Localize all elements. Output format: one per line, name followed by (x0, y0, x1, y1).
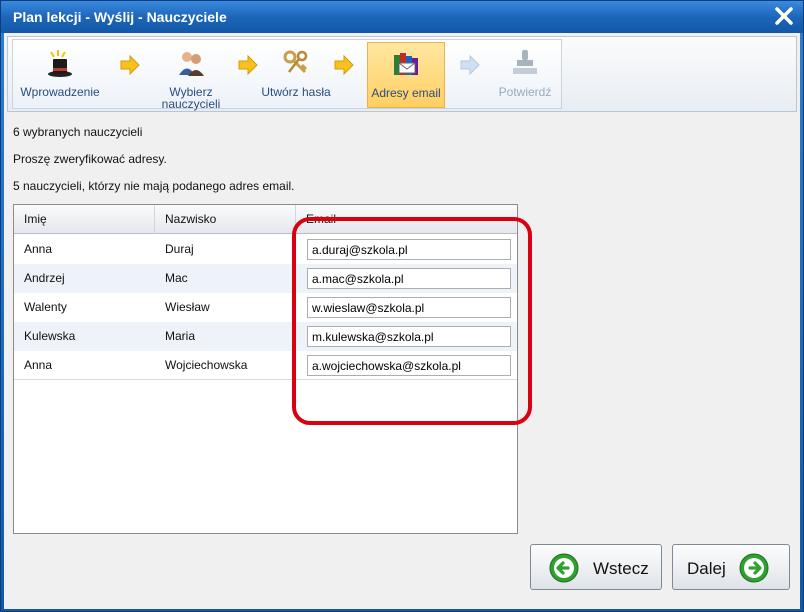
arrow-right-icon (119, 54, 141, 76)
arrow-right-icon (333, 54, 355, 76)
first-name-cell: Anna (24, 242, 53, 256)
teachers-icon (176, 48, 206, 78)
wizard-steps-bar: Wprowadzenie Wybierz nauczycieli Utwórz … (7, 36, 797, 112)
window-title: Plan lekcji - Wyślij - Nauczyciele (13, 9, 227, 25)
selected-count-text: 6 wybranych nauczycieli (13, 125, 143, 139)
step-utworz-hasla[interactable]: Utwórz hasła (261, 42, 331, 108)
close-icon[interactable] (773, 5, 795, 27)
step-label: Adresy email (371, 86, 441, 100)
email-books-icon (391, 49, 421, 79)
step-label: Potwierdź (498, 85, 552, 99)
wizard-window: Plan lekcji - Wyślij - Nauczyciele Wprow… (0, 0, 804, 612)
first-name-cell: Andrzej (24, 271, 65, 285)
keys-icon (281, 48, 311, 78)
arrow-right-icon (237, 54, 259, 76)
step-label: Wprowadzenie (20, 85, 100, 99)
step-adresy-email[interactable]: Adresy email (367, 42, 445, 108)
step-label: Wybierz nauczycieli (161, 85, 221, 111)
back-button-label: Wstecz (593, 559, 649, 578)
missing-email-text: 5 nauczycieli, którzy nie mają podanego … (13, 179, 295, 193)
client-area: Wprowadzenie Wybierz nauczycieli Utwórz … (4, 33, 800, 609)
step-label: Utwórz hasła (261, 85, 331, 99)
verify-text: Proszę zweryfikować adresy. (13, 152, 167, 166)
magic-hat-icon (45, 48, 75, 78)
column-header-first-name[interactable]: Imię (14, 205, 155, 234)
next-button-label: Dalej (687, 559, 726, 578)
first-name-cell: Anna (24, 358, 53, 372)
next-button[interactable]: Dalej (672, 544, 790, 590)
last-name-cell: Maria (165, 329, 196, 343)
arrow-right-circle-icon (739, 553, 769, 583)
email-column-highlight (292, 217, 532, 425)
column-header-last-name[interactable]: Nazwisko (155, 205, 296, 234)
last-name-cell: Duraj (165, 242, 194, 256)
arrow-right-icon (459, 54, 481, 76)
step-wybierz-nauczycieli[interactable]: Wybierz nauczycieli (151, 42, 231, 111)
first-name-cell: Kulewska (24, 329, 76, 343)
last-name-cell: Mac (165, 271, 188, 285)
step-potwierdz: Potwierdź (489, 42, 561, 108)
arrow-left-circle-icon (549, 553, 579, 583)
step-wprowadzenie[interactable]: Wprowadzenie (15, 42, 105, 108)
back-button[interactable]: Wstecz (530, 544, 662, 590)
stamp-icon (510, 48, 540, 78)
first-name-cell: Walenty (24, 300, 67, 314)
last-name-cell: Wojciechowska (165, 358, 248, 372)
last-name-cell: Wiesław (165, 300, 210, 314)
title-bar[interactable]: Plan lekcji - Wyślij - Nauczyciele (1, 1, 803, 33)
wizard-steps: Wprowadzenie Wybierz nauczycieli Utwórz … (12, 39, 562, 111)
